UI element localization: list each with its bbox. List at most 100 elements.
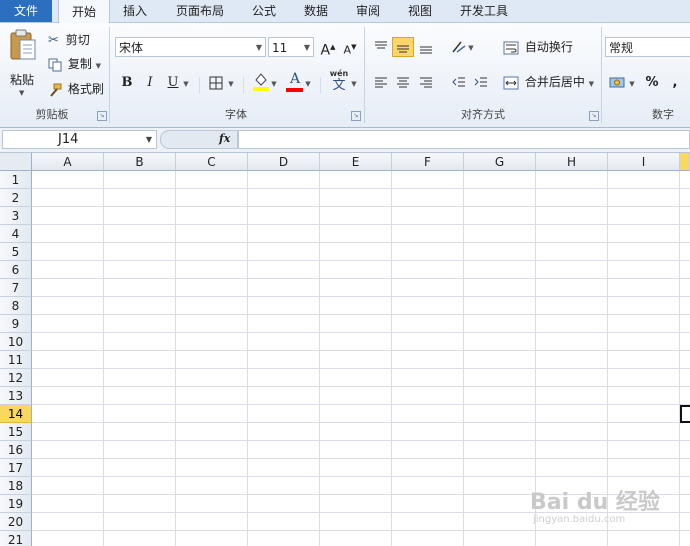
scissors-icon: ✂ [48, 32, 59, 48]
column-header-j[interactable] [680, 153, 690, 171]
tab-home[interactable]: 开始 [58, 0, 110, 23]
borders-dropdown[interactable]: ▼ [225, 73, 237, 93]
row-header-11[interactable]: 11 [0, 351, 32, 369]
active-cell[interactable] [680, 405, 690, 423]
alignment-group-label: 对齐方式 [461, 108, 505, 121]
align-middle-button[interactable] [392, 37, 414, 57]
accounting-format-button[interactable] [607, 73, 629, 93]
merge-center-label: 合并后居中 [524, 75, 585, 89]
row-header-14[interactable]: 14 [0, 405, 32, 423]
row-header-15[interactable]: 15 [0, 423, 32, 441]
font-color-dropdown[interactable]: ▼ [302, 73, 314, 93]
column-header-f[interactable]: F [392, 153, 464, 171]
tab-file[interactable]: 文件 [0, 0, 52, 22]
row-header-7[interactable]: 7 [0, 279, 32, 297]
phonetic-button[interactable]: wén 文 [327, 69, 351, 95]
name-box[interactable]: J14 ▼ [2, 130, 157, 149]
column-header-c[interactable]: C [176, 153, 248, 171]
align-top-button[interactable] [370, 37, 392, 57]
italic-button[interactable]: I [139, 73, 161, 93]
watermark-brand: Bai du 经验 [530, 490, 660, 515]
row-header-9[interactable]: 9 [0, 315, 32, 333]
row-header-3[interactable]: 3 [0, 207, 32, 225]
alignment-launcher-icon[interactable]: ↘ [589, 111, 599, 121]
formula-bar: J14 ▼ fx [0, 128, 690, 153]
format-painter-button[interactable]: 格式刷 [48, 79, 104, 99]
row-header-16[interactable]: 16 [0, 441, 32, 459]
chevron-down-icon: ▼ [145, 135, 152, 144]
orientation-dropdown[interactable]: ▼ [466, 37, 476, 57]
increase-indent-button[interactable] [470, 73, 492, 93]
row-header-5[interactable]: 5 [0, 243, 32, 261]
tab-view[interactable]: 视图 [408, 0, 432, 22]
paste-button[interactable]: 粘贴 ▼ [6, 29, 38, 99]
align-center-icon [397, 77, 409, 87]
paste-label: 粘贴 [10, 73, 35, 87]
row-header-12[interactable]: 12 [0, 369, 32, 387]
select-all-button[interactable] [0, 153, 32, 171]
clipboard-launcher-icon[interactable]: ↘ [97, 111, 107, 121]
merge-center-button[interactable]: 合并后居中 ▼ [503, 72, 594, 92]
clipboard-group-label: 剪贴板 [35, 108, 69, 121]
tab-data[interactable]: 数据 [304, 0, 328, 22]
inline-divider [320, 77, 321, 93]
formula-input[interactable] [238, 130, 690, 149]
decrease-indent-button[interactable] [448, 73, 470, 93]
currency-icon [609, 77, 625, 87]
underline-dropdown[interactable]: ▼ [180, 73, 192, 93]
fill-color-dropdown[interactable]: ▼ [268, 73, 280, 93]
copy-button[interactable]: 复制 ▼ [48, 54, 101, 74]
accounting-dropdown[interactable]: ▼ [627, 73, 637, 93]
row-header-4[interactable]: 4 [0, 225, 32, 243]
align-center-button[interactable] [392, 73, 414, 93]
paste-icon [10, 29, 36, 60]
row-header-10[interactable]: 10 [0, 333, 32, 351]
copy-label: 复制 [67, 57, 92, 71]
font-size-combo[interactable]: 11 ▼ [268, 37, 314, 57]
font-launcher-icon[interactable]: ↘ [351, 111, 361, 121]
merge-center-icon [503, 76, 519, 89]
percent-style-button[interactable]: % [641, 73, 663, 93]
number-format-combo[interactable]: 常规 [605, 37, 690, 57]
row-header-19[interactable]: 19 [0, 495, 32, 513]
insert-function-icon[interactable]: fx [219, 132, 230, 145]
row-header-8[interactable]: 8 [0, 297, 32, 315]
tab-review[interactable]: 审阅 [356, 0, 380, 22]
column-header-i[interactable]: I [608, 153, 680, 171]
column-header-b[interactable]: B [104, 153, 176, 171]
column-header-d[interactable]: D [248, 153, 320, 171]
shrink-font-button[interactable]: A▼ [339, 37, 361, 57]
shrink-font-icon: A [343, 43, 352, 57]
chevron-down-icon: ▼ [629, 80, 635, 88]
font-name-combo[interactable]: 宋体 ▼ [115, 37, 266, 57]
align-bottom-button[interactable] [415, 37, 437, 57]
row-header-20[interactable]: 20 [0, 513, 32, 531]
phonetic-dropdown[interactable]: ▼ [349, 73, 359, 93]
column-header-g[interactable]: G [464, 153, 536, 171]
cut-label: 剪切 [65, 33, 90, 47]
paste-dropdown-icon: ▼ [19, 89, 25, 97]
row-header-6[interactable]: 6 [0, 261, 32, 279]
row-header-1[interactable]: 1 [0, 171, 32, 189]
tab-formulas[interactable]: 公式 [252, 0, 276, 22]
align-right-button[interactable] [415, 73, 437, 93]
row-header-18[interactable]: 18 [0, 477, 32, 495]
column-header-a[interactable]: A [32, 153, 104, 171]
tab-insert[interactable]: 插入 [123, 0, 147, 22]
row-header-2[interactable]: 2 [0, 189, 32, 207]
borders-button[interactable] [205, 73, 227, 93]
wrap-text-button[interactable]: 自动换行 [503, 37, 573, 57]
row-header-17[interactable]: 17 [0, 459, 32, 477]
row-header-21[interactable]: 21 [0, 531, 32, 546]
cut-button[interactable]: ✂ 剪切 [48, 30, 90, 50]
comma-style-button[interactable]: , [664, 73, 686, 93]
row-header-13[interactable]: 13 [0, 387, 32, 405]
tab-developer[interactable]: 开发工具 [460, 0, 508, 22]
column-header-e[interactable]: E [320, 153, 392, 171]
align-left-button[interactable] [370, 73, 392, 93]
chevron-down-icon: ▼ [351, 80, 357, 88]
bold-button[interactable]: B [116, 73, 138, 93]
column-header-h[interactable]: H [536, 153, 608, 171]
grow-font-button[interactable]: A▲ [317, 37, 339, 59]
tab-page-layout[interactable]: 页面布局 [176, 0, 224, 22]
